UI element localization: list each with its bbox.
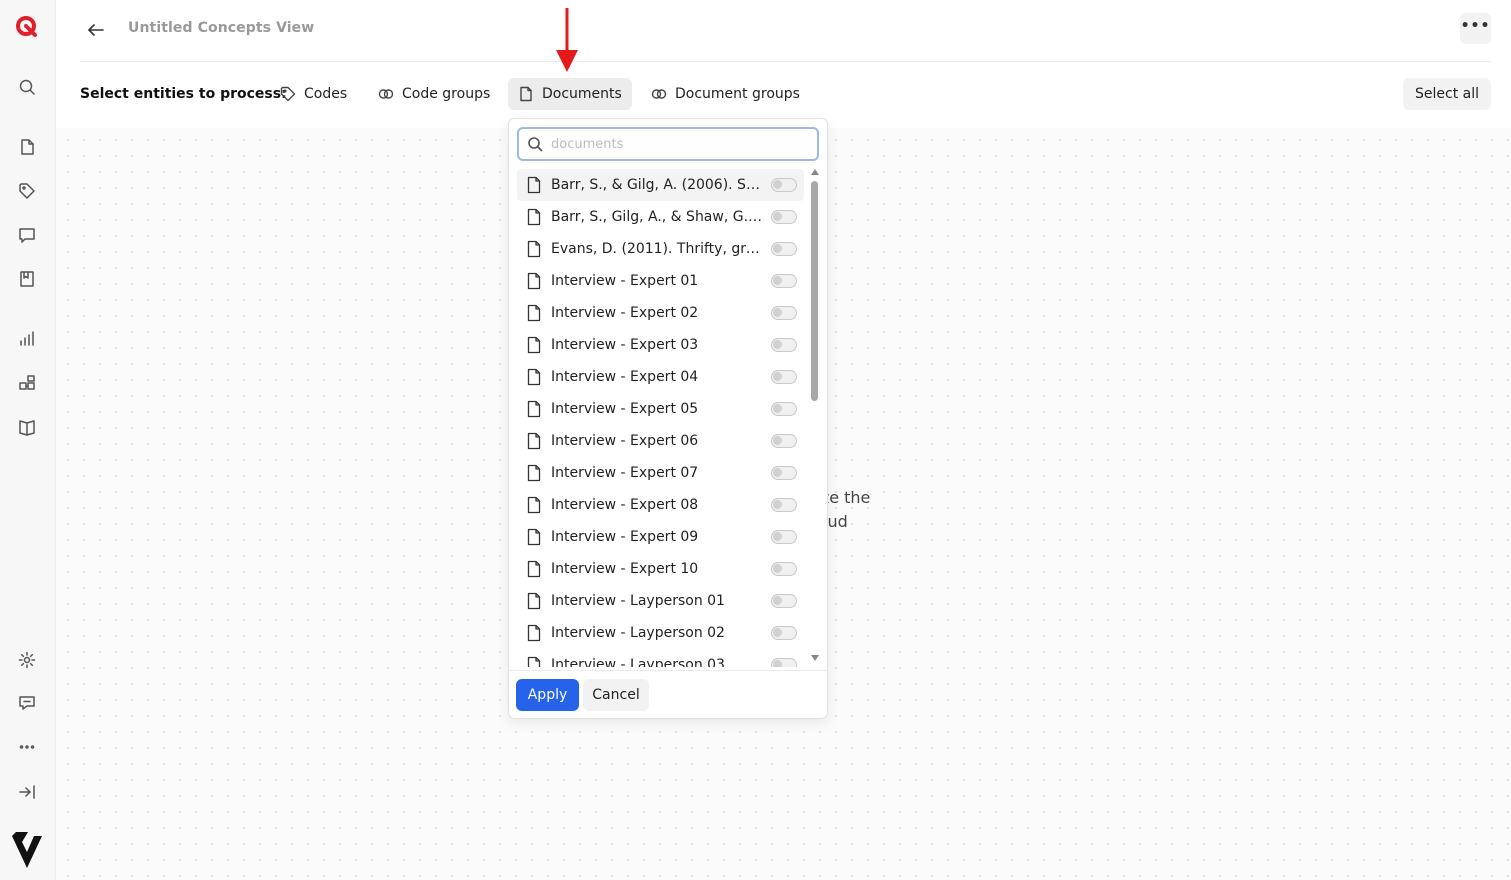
feedback-icon[interactable] [16,692,38,714]
document-icon [525,304,543,322]
back-button[interactable] [84,18,108,42]
document-icon [525,240,543,258]
document-icon [525,176,543,194]
list-item[interactable]: Interview - Expert 09 [517,521,804,553]
annotation-arrow-icon [556,8,578,72]
document-icon [525,368,543,386]
toggle-switch[interactable] [771,370,797,384]
document-icon [525,560,543,578]
comment-icon[interactable] [16,224,38,246]
document-icon[interactable] [16,136,38,158]
divider [80,61,1491,62]
list-item[interactable]: Interview - Expert 10 [517,553,804,585]
document-icon [525,336,543,354]
memo-icon[interactable] [16,268,38,290]
page-title[interactable]: Untitled Concepts View [128,20,314,36]
toggle-switch[interactable] [771,530,797,544]
document-icon [525,432,543,450]
search-icon [528,137,543,152]
documents-dropdown: Barr, S., & Gilg, A. (2006). Sustainable… [508,118,828,719]
toggle-switch[interactable] [771,658,797,667]
toolbar: Untitled Concepts View ••• Select entiti… [56,0,1511,128]
document-groups-filter-button[interactable]: Document groups [641,78,810,110]
toggle-switch[interactable] [771,562,797,576]
document-icon [525,496,543,514]
toggle-switch[interactable] [771,242,797,256]
list-item[interactable]: Interview - Expert 01 [517,265,804,297]
list-item[interactable]: Interview - Expert 02 [517,297,804,329]
list-item[interactable]: Interview - Expert 08 [517,489,804,521]
scroll-up-icon[interactable] [811,169,819,175]
document-icon [525,528,543,546]
scrollbar-thumb[interactable] [811,181,818,401]
document-icon [525,400,543,418]
dropdown-footer: Apply Cancel [509,670,827,718]
document-icon [525,208,543,226]
code-groups-filter-button[interactable]: Code groups [368,78,500,110]
group-icon [651,89,667,99]
tag-icon [280,86,296,102]
documents-search-input[interactable] [551,136,801,152]
group-icon [378,89,394,99]
list-item[interactable]: Interview - Expert 03 [517,329,804,361]
book-icon[interactable] [16,416,38,438]
select-entities-label: Select entities to process: [80,86,287,102]
toggle-switch[interactable] [771,434,797,448]
list-item[interactable]: Interview - Expert 06 [517,425,804,457]
toggle-switch[interactable] [771,402,797,416]
list-item[interactable]: Evans, D. (2011). Thrifty, green or frug… [517,233,804,265]
select-all-button[interactable]: Select all [1403,78,1491,110]
network-icon[interactable] [16,372,38,394]
brand-logo-icon [10,830,44,870]
document-icon [525,464,543,482]
list-item[interactable]: Interview - Layperson 03 [517,649,804,667]
expand-sidebar-icon[interactable] [16,781,38,803]
more-options-button[interactable]: ••• [1460,13,1491,44]
documents-filter-button[interactable]: Documents [508,78,632,110]
more-horizontal-icon[interactable] [16,736,38,758]
toggle-switch[interactable] [771,178,797,192]
toggle-switch[interactable] [771,626,797,640]
list-item[interactable]: Interview - Layperson 01 [517,585,804,617]
apply-button[interactable]: Apply [516,679,579,711]
document-icon [525,592,543,610]
search-box [517,127,819,161]
document-icon [525,272,543,290]
documents-list: Barr, S., & Gilg, A. (2006). Sustainable… [517,169,804,667]
list-item[interactable]: Interview - Layperson 02 [517,617,804,649]
list-item[interactable]: Interview - Expert 05 [517,393,804,425]
toggle-switch[interactable] [771,594,797,608]
arrow-left-icon [88,24,104,36]
list-item[interactable]: Interview - Expert 07 [517,457,804,489]
toggle-switch[interactable] [771,338,797,352]
more-horizontal-icon: ••• [1460,17,1491,34]
cancel-button[interactable]: Cancel [583,679,649,711]
sidebar [0,0,56,880]
codes-filter-button[interactable]: Codes [270,78,357,110]
list-item[interactable]: Barr, S., Gilg, A., & Shaw, G. (2011) [517,201,804,233]
toggle-switch[interactable] [771,466,797,480]
scrollbar[interactable] [809,169,821,665]
toggle-switch[interactable] [771,210,797,224]
scroll-down-icon[interactable] [811,655,819,661]
document-icon [525,656,543,667]
app-logo-icon[interactable] [14,14,40,40]
toggle-switch[interactable] [771,274,797,288]
document-icon [520,86,532,102]
document-icon [525,624,543,642]
toggle-switch[interactable] [771,306,797,320]
list-item[interactable]: Barr, S., & Gilg, A. (2006). Sustainable… [517,169,804,201]
gear-icon[interactable] [16,649,38,671]
list-item[interactable]: Interview - Expert 04 [517,361,804,393]
bar-chart-icon[interactable] [16,328,38,350]
tag-icon[interactable] [16,180,38,202]
search-icon[interactable] [16,76,38,98]
toggle-switch[interactable] [771,498,797,512]
